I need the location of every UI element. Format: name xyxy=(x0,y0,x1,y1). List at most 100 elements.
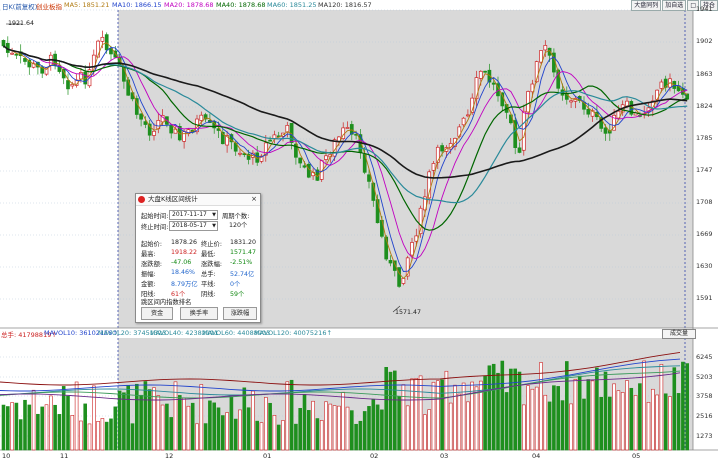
volume-bar xyxy=(517,371,522,451)
volume-bar xyxy=(139,394,143,451)
volume-bar xyxy=(315,418,320,451)
stat-label: 阴线: xyxy=(201,291,216,298)
volume-bar xyxy=(453,384,457,451)
chart-type-label[interactable]: 日K(前复权) xyxy=(2,1,37,11)
volume-bar xyxy=(560,400,565,451)
volume-bar xyxy=(242,387,247,451)
chevron-down-icon: ▼ xyxy=(212,212,216,218)
kline-chart-svg[interactable] xyxy=(0,0,718,462)
mavol120-label: MAVOL120: 40075216↑ xyxy=(254,329,332,337)
volume-bar xyxy=(165,403,169,451)
volume-bar xyxy=(190,402,195,451)
volume-bar xyxy=(573,379,578,451)
stat-label: 最低: xyxy=(201,251,216,258)
stat-value: 52.74亿 xyxy=(230,271,255,278)
volume-bar xyxy=(405,405,410,451)
stat-label: 总手: xyxy=(201,271,216,278)
volume-bar xyxy=(599,396,604,451)
volume-bar xyxy=(40,406,45,451)
volume-bar xyxy=(281,420,285,451)
volume-tick: 5203 xyxy=(696,373,713,381)
volume-bar xyxy=(539,362,543,451)
add-favorite-button[interactable]: 加自选 xyxy=(662,0,687,11)
candle-body xyxy=(526,91,530,113)
volume-bar xyxy=(543,394,548,451)
volume-bar xyxy=(345,406,350,451)
volume-bar xyxy=(311,400,315,451)
price-tick: 1591 xyxy=(696,294,713,302)
volume-bar xyxy=(427,409,432,451)
volume-bar xyxy=(582,398,586,451)
candle-body xyxy=(410,242,414,256)
volume-bar xyxy=(1,404,6,451)
month-tick: 05 xyxy=(632,452,641,460)
month-tick: 04 xyxy=(532,452,541,460)
candle-body xyxy=(139,113,143,120)
volume-bar xyxy=(509,368,513,451)
stat-label: 最高: xyxy=(141,251,156,258)
volume-bar xyxy=(616,390,621,451)
volume-bar xyxy=(92,385,96,451)
change-ranking-button[interactable]: 涨跌幅 xyxy=(223,307,257,320)
candle-body xyxy=(586,108,591,115)
volume-bar xyxy=(229,396,234,451)
volume-bar xyxy=(87,423,92,451)
volume-bar xyxy=(526,385,530,451)
chevron-down-icon: ▼ xyxy=(212,223,216,229)
price-tick: 1902 xyxy=(696,37,713,45)
volume-indicator-button[interactable]: 成交量 xyxy=(662,329,696,339)
stat-value: -2.51% xyxy=(230,259,253,266)
volume-bar xyxy=(212,402,216,451)
funds-ranking-button[interactable]: 资金 xyxy=(141,307,173,320)
volume-bar xyxy=(324,401,328,451)
kline-chart-area[interactable] xyxy=(0,0,718,462)
turnover-ranking-button[interactable]: 换手率 xyxy=(180,307,218,320)
ma5-label: MA5: 1851.21 xyxy=(64,1,110,9)
candle-body xyxy=(324,155,328,160)
volume-bar xyxy=(135,383,139,451)
volume-bar xyxy=(496,372,500,451)
volume-bar xyxy=(156,395,161,451)
end-time-label: 终止时间: xyxy=(141,224,169,231)
range-statistics-dialog[interactable]: 大盘K线区间统计 × 起始时间: 2017-11-17 ▼ 终止时间: 2018-… xyxy=(135,193,261,323)
volume-bar xyxy=(586,379,591,451)
volume-bar xyxy=(676,393,681,451)
candle-body xyxy=(569,100,573,103)
compare-index-button[interactable]: 大盘同列 xyxy=(631,0,662,11)
start-date-select[interactable]: 2017-11-17 ▼ xyxy=(169,210,218,220)
volume-bar xyxy=(384,367,389,451)
candle-body xyxy=(491,82,496,85)
stat-value: 59个 xyxy=(230,291,245,298)
volume-bar xyxy=(530,388,535,451)
volume-bar xyxy=(397,396,401,451)
candle-body xyxy=(539,50,543,63)
candle-body xyxy=(431,163,436,171)
volume-bar xyxy=(70,415,75,451)
volume-bar xyxy=(263,397,268,451)
end-date-value: 2018-05-17 xyxy=(172,222,207,229)
volume-bar xyxy=(685,363,690,451)
volume-bar xyxy=(410,378,414,451)
volume-bar xyxy=(358,420,363,451)
end-date-select[interactable]: 2018-05-17 ▼ xyxy=(169,221,218,231)
dialog-titlebar[interactable]: 大盘K线区间统计 × xyxy=(136,194,260,206)
candle-body xyxy=(298,157,303,164)
close-icon[interactable]: × xyxy=(251,194,257,205)
volume-bar xyxy=(83,403,87,451)
volume-bar xyxy=(79,420,83,451)
volume-bar xyxy=(100,418,105,451)
volume-bar xyxy=(607,396,612,451)
volume-bar xyxy=(380,409,384,451)
stat-value: -47.06 xyxy=(171,259,192,266)
volume-bar xyxy=(672,367,677,451)
volume-bar xyxy=(14,402,19,451)
stat-value: 0个 xyxy=(230,281,241,288)
volume-bar xyxy=(225,412,229,451)
period-high-annotation: 1921.64 xyxy=(8,20,35,27)
candle-body xyxy=(466,114,470,117)
candle-body xyxy=(23,58,27,62)
stat-value: 1878.26 xyxy=(171,239,198,246)
app-logo-icon xyxy=(138,196,145,203)
volume-bar xyxy=(603,371,608,451)
candle-body xyxy=(461,117,466,126)
